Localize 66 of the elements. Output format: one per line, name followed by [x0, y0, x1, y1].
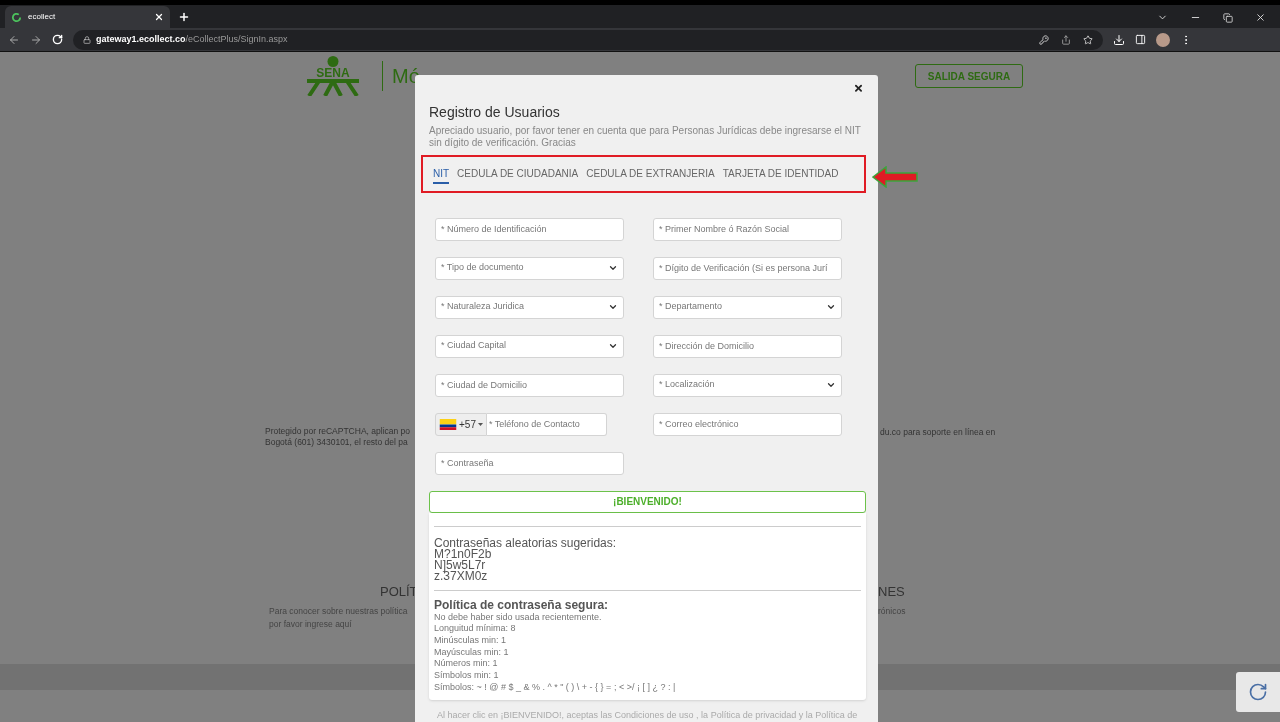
suggested-password: M?1n0F2b: [434, 548, 492, 560]
download-icon[interactable]: [1113, 33, 1125, 46]
reload-icon[interactable]: [52, 34, 63, 45]
country-code: +57: [459, 417, 476, 432]
tab-favicon-icon: [11, 11, 22, 23]
logo-head-icon: [327, 56, 339, 67]
policy-rule: Longuitud mínima: 8: [434, 623, 517, 635]
phone-field[interactable]: * Teléfono de Contacto: [486, 412, 607, 436]
recaptcha-text: Bogotá (601) 3430101, el resto del pa: [265, 437, 409, 448]
key-icon[interactable]: [1039, 34, 1049, 45]
caret-icon: [477, 422, 483, 426]
url-text: gateway1.ecollect.co/eCollectPlus/SignIn.aspx: [96, 32, 288, 46]
browser-tab[interactable]: ecollect: [5, 6, 170, 28]
policy-rule: No debe haber sido usada recientemente.: [434, 611, 602, 624]
tab[interactable]: CEDULA DE EXTRANJERIA: [586, 164, 715, 185]
policy-rule: Mayúsculas min: 1: [434, 646, 510, 659]
policy-heading: Política de contraseña segura:: [434, 598, 610, 612]
tab[interactable]: CEDULA DE CIUDADANIA: [457, 164, 579, 185]
select-field[interactable]: * Ciudad Capital: [435, 334, 624, 358]
input-field[interactable]: * Primer Nombre ó Razón Social: [653, 217, 842, 241]
address-bar[interactable]: gateway1.ecollect.co/eCollectPlus/SignIn.aspx: [73, 29, 1103, 50]
select-field[interactable]: * Departamento: [653, 295, 842, 319]
side-panel-icon[interactable]: [1135, 34, 1146, 45]
select-field[interactable]: * Tipo de documento: [435, 256, 624, 280]
country-code-selector[interactable]: +57: [435, 412, 487, 436]
section-heading: NES: [878, 584, 906, 600]
policy-rule: Símbolos: ~ ! @ # $ _ & % . ^ * " ( ) \ + - { } = ; < >/ ¡ [ ] ¿ ? : |: [434, 681, 677, 694]
policy-rule: Números min: 1: [434, 658, 499, 671]
tab-title: ecollect: [28, 11, 56, 23]
restore-icon[interactable]: [1223, 12, 1233, 23]
tab[interactable]: TARJETA DE IDENTIDAD: [722, 164, 839, 185]
recaptcha-text: Protegido por reCAPTCHA, aplican po: [265, 426, 412, 437]
logo-mark-icon: [305, 79, 361, 96]
support-text: du.co para soporte en línea en: [880, 426, 996, 439]
dialog-title: Registro de Usuarios: [429, 103, 561, 122]
section-heading: POLÍT: [380, 584, 415, 600]
new-tab-icon[interactable]: [178, 11, 190, 23]
recaptcha-icon: [1248, 682, 1268, 702]
select-field[interactable]: * Localización: [653, 373, 842, 397]
notice-text: Apreciado usuario, por favor tener en cuenta que para Personas Jurídicas debe ingresarse el NIT sin dígito de verificación. Gracias: [429, 125, 862, 150]
arrow-icon: [872, 166, 918, 188]
policy-rule: Minúsculas min: 1: [434, 635, 508, 647]
input-field[interactable]: * Dirección de Domicilio: [653, 334, 842, 358]
forward-icon[interactable]: [30, 33, 42, 46]
logo-text: SENA: [316, 67, 350, 79]
policy-rule: Símbolos min: 1: [434, 670, 500, 682]
lock-icon: [83, 35, 91, 44]
avatar[interactable]: [1156, 32, 1170, 47]
input-field[interactable]: * Ciudad de Domicilio: [435, 373, 624, 397]
suggested-password: N]5w5L7r: [434, 559, 486, 571]
welcome-button[interactable]: ¡BIENVENIDO!: [429, 490, 866, 513]
password-field[interactable]: * Contraseña: [435, 451, 624, 475]
close-icon[interactable]: [154, 12, 164, 22]
input-field[interactable]: * Número de Identificación: [435, 217, 624, 241]
close-window-icon[interactable]: [1255, 12, 1266, 23]
close-icon[interactable]: [853, 83, 864, 94]
star-icon[interactable]: [1083, 34, 1093, 45]
input-field[interactable]: * Dígito de Verificación (Si es persona Jurí: [653, 256, 842, 280]
flag-icon: [439, 418, 457, 430]
select-field[interactable]: * Naturaleza Juridica: [435, 295, 624, 319]
back-icon[interactable]: [8, 33, 20, 46]
tab[interactable]: NIT: [433, 164, 450, 185]
share-icon[interactable]: [1061, 34, 1071, 45]
suggestions-heading: Contraseñas aleatorias sugeridas:: [434, 536, 618, 549]
suggested-password: z.37XM0z: [434, 570, 489, 582]
input-field[interactable]: * Correo electrónico: [653, 412, 842, 436]
